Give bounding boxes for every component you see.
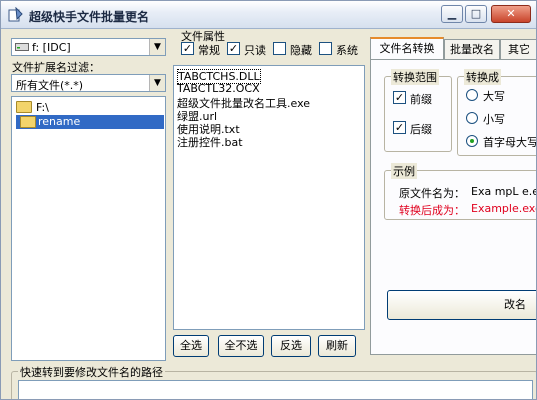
refresh-button[interactable]: 刷新 xyxy=(318,335,356,357)
drive-value: f: [IDC] xyxy=(32,41,71,54)
convert-group: 转换成 大写 小写 首字母大写 xyxy=(457,69,537,156)
close-icon: ✕ xyxy=(506,7,516,20)
maximize-button[interactable]: □ xyxy=(465,5,487,23)
quick-path-label: 快速转到要修改文件名的路径 xyxy=(18,364,165,380)
suffix-label: 后缀 xyxy=(410,123,432,136)
lower-label: 小写 xyxy=(483,113,505,126)
app-icon xyxy=(8,7,23,22)
invert-selection-button[interactable]: 反选 xyxy=(271,335,311,357)
prefix-checkbox[interactable]: ✓ xyxy=(393,91,406,104)
folder-open-icon xyxy=(20,116,36,128)
main-window: 超级快手文件批量更名 ▁ □ ✕ f: [IDC] ▼ 文件扩展名过滤： 所有文… xyxy=(0,0,537,400)
rename-button[interactable]: 改名 xyxy=(387,290,536,320)
capitalize-label: 首字母大写 xyxy=(483,136,537,149)
window-title: 超级快手文件批量更名 xyxy=(29,10,150,24)
suffix-checkbox[interactable]: ✓ xyxy=(393,121,406,134)
list-item[interactable]: TABCTL32.OCX xyxy=(177,82,260,95)
drive-select[interactable]: f: [IDC] ▼ xyxy=(11,38,166,56)
minimize-icon: ▁ xyxy=(447,7,457,20)
tree-item-rename[interactable]: rename xyxy=(16,115,164,129)
close-button[interactable]: ✕ xyxy=(491,5,531,23)
folder-open-icon xyxy=(16,101,32,113)
lower-radio[interactable] xyxy=(466,112,478,124)
attr-hidden-label: 隐藏 xyxy=(290,44,312,57)
capitalize-radio[interactable] xyxy=(466,135,478,147)
attr-system-checkbox[interactable] xyxy=(319,42,332,55)
attr-readonly-checkbox[interactable]: ✓ xyxy=(227,42,240,55)
attr-readonly-label: 只读 xyxy=(244,44,266,57)
tree-item-label: F:\ xyxy=(36,101,49,114)
scope-title: 转换范围 xyxy=(391,69,439,85)
attr-normal-label: 常规 xyxy=(198,44,220,57)
upper-label: 大写 xyxy=(483,90,505,103)
after-name-value: Example.exe xyxy=(471,202,537,215)
prefix-label: 前缀 xyxy=(410,93,432,106)
chevron-down-icon[interactable]: ▼ xyxy=(149,39,165,55)
select-none-button[interactable]: 全不选 xyxy=(218,335,264,357)
minimize-button[interactable]: ▁ xyxy=(441,5,463,23)
example-group: 示例 原文件名为： Exa mpL e.exE 转换后成为： Example.e… xyxy=(384,163,537,220)
list-item[interactable]: 注册控件.bat xyxy=(177,134,243,150)
quick-path-input[interactable] xyxy=(18,380,533,399)
attr-normal-checkbox[interactable]: ✓ xyxy=(181,42,194,55)
tab-panel: 转换范围 ✓ 前缀 ✓ 后缀 转换成 大写 小写 首字母大写 示例 原文件名为：… xyxy=(370,59,537,355)
filter-value: 所有文件(*.*) xyxy=(16,79,84,92)
after-name-label: 转换后成为： xyxy=(399,204,465,217)
quick-path-group: 快速转到要修改文件名的路径 xyxy=(11,364,536,399)
tree-item-root[interactable]: F:\ xyxy=(16,100,156,115)
attr-system-label: 系统 xyxy=(336,44,358,57)
tree-item-label: rename xyxy=(38,115,81,128)
drive-icon xyxy=(15,43,29,51)
orig-name-value: Exa mpL e.exE xyxy=(471,185,536,198)
title-bar[interactable]: 超级快手文件批量更名 ▁ □ ✕ xyxy=(1,1,536,29)
chevron-down-icon[interactable]: ▼ xyxy=(149,75,165,91)
example-title: 示例 xyxy=(391,163,417,179)
folder-tree[interactable]: F:\ rename xyxy=(11,96,166,361)
convert-title: 转换成 xyxy=(464,69,501,85)
scope-group: 转换范围 ✓ 前缀 ✓ 后缀 xyxy=(384,69,452,152)
tab-filename-convert[interactable]: 文件名转换 xyxy=(370,37,444,60)
orig-name-label: 原文件名为： xyxy=(399,187,465,200)
attr-hidden-checkbox[interactable] xyxy=(273,42,286,55)
maximize-icon: □ xyxy=(470,7,482,20)
filter-select[interactable]: 所有文件(*.*) ▼ xyxy=(11,74,166,92)
upper-radio[interactable] xyxy=(466,89,478,101)
tab-batch-rename[interactable]: 批量改名 xyxy=(444,39,500,59)
tab-other[interactable]: 其它 xyxy=(500,39,536,59)
file-list[interactable]: TABCTCHS.DLL TABCTL32.OCX 超级文件批量改名工具.exe… xyxy=(173,65,365,330)
filter-label: 文件扩展名过滤： xyxy=(12,61,100,74)
select-all-button[interactable]: 全选 xyxy=(173,335,209,357)
